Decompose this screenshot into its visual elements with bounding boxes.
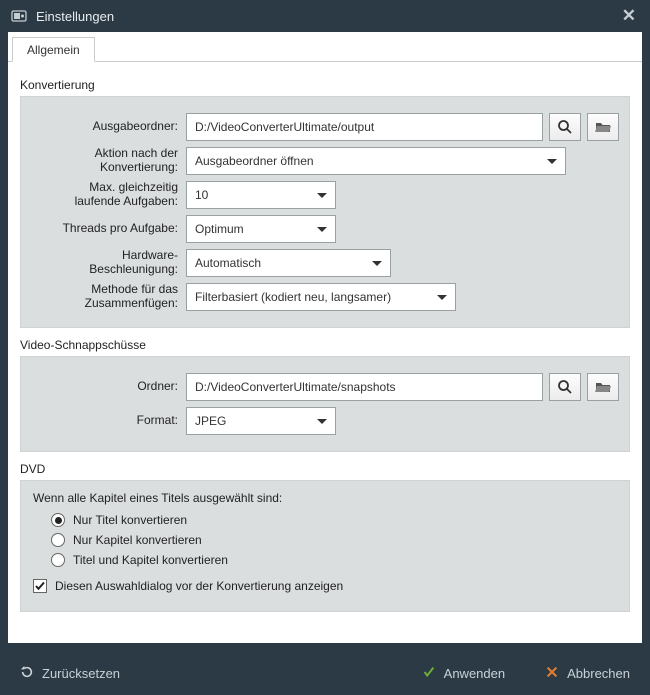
folder-icon[interactable]	[587, 113, 619, 141]
section-snapshots-title: Video-Schnappschüsse	[20, 338, 630, 352]
select-post-action-value: Ausgabeordner öffnen	[195, 154, 314, 168]
checkbox-label: Diesen Auswahldialog vor der Konvertieru…	[55, 579, 343, 593]
panel-conversion: Ausgabeordner: Aktion nach der Konvertie…	[20, 96, 630, 328]
reset-label: Zurücksetzen	[42, 666, 120, 681]
label-output-folder: Ausgabeordner:	[31, 120, 186, 134]
radio-label: Nur Titel konvertieren	[73, 513, 187, 527]
input-snapshot-folder[interactable]	[186, 373, 543, 401]
search-icon[interactable]	[549, 373, 581, 401]
label-hwaccel: Hardware- Beschleunigung:	[31, 249, 186, 277]
tab-general[interactable]: Allgemein	[12, 37, 95, 62]
chevron-down-icon	[317, 193, 327, 198]
select-merge-value: Filterbasiert (kodiert neu, langsamer)	[195, 290, 391, 304]
radio-title-only[interactable]: Nur Titel konvertieren	[51, 513, 617, 527]
label-snapshot-folder: Ordner:	[31, 380, 186, 394]
chevron-down-icon	[437, 295, 447, 300]
window-title: Einstellungen	[36, 9, 114, 24]
radio-icon	[51, 553, 65, 567]
checkbox-show-dialog[interactable]: Diesen Auswahldialog vor der Konvertieru…	[33, 579, 617, 593]
select-threads-value: Optimum	[195, 222, 244, 236]
select-snapshot-format[interactable]: JPEG	[186, 407, 336, 435]
radio-both[interactable]: Titel und Kapitel konvertieren	[51, 553, 617, 567]
tab-bar: Allgemein	[8, 34, 642, 62]
chevron-down-icon	[372, 261, 382, 266]
radio-chapters-only[interactable]: Nur Kapitel konvertieren	[51, 533, 617, 547]
checkbox-icon	[33, 579, 47, 593]
select-threads[interactable]: Optimum	[186, 215, 336, 243]
select-merge[interactable]: Filterbasiert (kodiert neu, langsamer)	[186, 283, 456, 311]
search-icon[interactable]	[549, 113, 581, 141]
close-icon[interactable]: ✕	[618, 6, 640, 26]
dvd-question: Wenn alle Kapitel eines Titels ausgewähl…	[33, 491, 617, 505]
select-max-tasks-value: 10	[195, 188, 208, 202]
panel-snapshots: Ordner: Format: J	[20, 356, 630, 452]
input-output-folder[interactable]	[186, 113, 543, 141]
select-hwaccel[interactable]: Automatisch	[186, 249, 391, 277]
label-merge: Methode für das Zusammenfügen:	[31, 283, 186, 311]
radio-label: Titel und Kapitel konvertieren	[73, 553, 228, 567]
radio-label: Nur Kapitel konvertieren	[73, 533, 202, 547]
cancel-button[interactable]: Abbrechen	[539, 661, 636, 686]
select-post-action[interactable]: Ausgabeordner öffnen	[186, 147, 566, 175]
app-icon	[10, 7, 28, 25]
radio-icon	[51, 513, 65, 527]
label-post-action: Aktion nach der Konvertierung:	[31, 147, 186, 175]
titlebar: Einstellungen ✕	[0, 0, 650, 32]
reset-button[interactable]: Zurücksetzen	[14, 661, 126, 686]
section-conversion-title: Konvertierung	[20, 78, 630, 92]
chevron-down-icon	[317, 227, 327, 232]
cancel-label: Abbrechen	[567, 666, 630, 681]
label-max-tasks: Max. gleichzeitig laufende Aufgaben:	[31, 181, 186, 209]
reset-icon	[20, 665, 34, 682]
section-dvd-title: DVD	[20, 462, 630, 476]
folder-icon[interactable]	[587, 373, 619, 401]
label-threads: Threads pro Aufgabe:	[31, 222, 186, 236]
panel-dvd: Wenn alle Kapitel eines Titels ausgewähl…	[20, 480, 630, 612]
radio-icon	[51, 533, 65, 547]
chevron-down-icon	[317, 419, 327, 424]
apply-button[interactable]: Anwenden	[416, 661, 511, 686]
chevron-down-icon	[547, 159, 557, 164]
select-hwaccel-value: Automatisch	[195, 256, 261, 270]
apply-label: Anwenden	[444, 666, 505, 681]
cancel-icon	[545, 665, 559, 682]
check-icon	[422, 665, 436, 682]
footer: Zurücksetzen Anwenden Abbrechen	[0, 651, 650, 695]
select-max-tasks[interactable]: 10	[186, 181, 336, 209]
select-snapshot-format-value: JPEG	[195, 414, 226, 428]
label-snapshot-format: Format:	[31, 414, 186, 428]
